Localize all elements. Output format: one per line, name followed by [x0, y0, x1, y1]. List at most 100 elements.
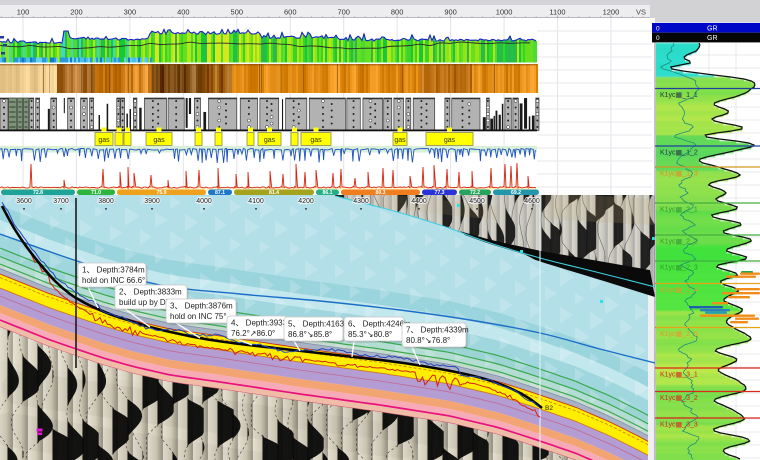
surface-log-cyan-column: [100, 58, 102, 63]
gas-tag[interactable]: [195, 133, 202, 146]
vs-ruler-label: 600: [284, 8, 297, 17]
surface-log-fill-column: [253, 34, 255, 62]
heat-column: [468, 64, 470, 93]
gas-tag-label: gas: [394, 137, 406, 144]
litho-dot: [515, 120, 517, 122]
litho-coal-bar: [107, 104, 109, 131]
gr-log-panel[interactable]: 0GR0GRK1yc▦_1_1K1yc▦_1_2K1yc▦_1_3K1yc▦_2…: [652, 23, 760, 460]
gr-heat-strip: [656, 251, 727, 253]
surface-log-fill-column: [509, 36, 511, 62]
lithology-track[interactable]: [0, 98, 539, 131]
gr-overlay-bar: [722, 292, 760, 294]
heat-column: [364, 64, 366, 93]
surface-log-fill-column: [281, 33, 283, 63]
gas-tag[interactable]: [215, 133, 222, 146]
heat-column: [50, 64, 52, 93]
surface-log-fill-column: [195, 34, 197, 63]
surface-log-fill-column: [469, 40, 471, 62]
formation-marker-label: K1yc▦_2_3: [660, 265, 698, 272]
gas-litho-mark: [102, 128, 107, 132]
gr-heat-strip: [656, 125, 734, 127]
md-ruler-tick: [305, 208, 307, 210]
heat-column: [240, 64, 242, 93]
litho-block-top: [260, 98, 279, 99]
heat-column: [61, 64, 63, 93]
heat-column: [186, 64, 188, 93]
surface-log-fill-column: [275, 38, 277, 62]
litho-circle: [514, 100, 517, 103]
heat-column: [394, 64, 396, 93]
litho-dot: [507, 107, 509, 109]
heat-column: [223, 64, 225, 93]
heat-column: [198, 64, 200, 93]
heat-column: [24, 64, 26, 93]
litho-dot: [37, 126, 39, 128]
heat-column: [6, 64, 8, 93]
heat-column: [192, 64, 194, 93]
gr-heat-strip: [656, 321, 726, 323]
heat-column: [238, 64, 240, 93]
gr-heat-strip: [656, 385, 744, 387]
gas-tag[interactable]: [124, 133, 131, 146]
litho-block-top: [384, 98, 392, 99]
surface-log-cyan-column: [22, 58, 24, 63]
gas-tag[interactable]: [115, 133, 123, 146]
surface-log-cyan-column: [50, 58, 52, 63]
litho-block-top: [505, 98, 511, 99]
gr-header-bar[interactable]: [652, 23, 760, 33]
gr-heat-strip: [656, 191, 724, 193]
litho-dot: [298, 116, 300, 118]
surface-log-cyan-column: [140, 58, 142, 63]
surface-log-fill-column: [437, 41, 439, 63]
gr-heat-strip: [656, 339, 751, 341]
resistivity-heat-track[interactable]: [0, 64, 538, 93]
gas-tag[interactable]: [291, 133, 298, 146]
gr-heat-strip: [656, 439, 748, 441]
surface-log-fill-column: [235, 32, 237, 62]
surface-log-cyan-column: [16, 58, 18, 63]
heat-column: [152, 64, 154, 93]
heat-column: [458, 64, 460, 93]
litho-dot: [293, 107, 295, 109]
litho-dot: [152, 100, 154, 102]
gr-header-min-value: 0: [656, 26, 660, 33]
litho-dot: [515, 126, 517, 128]
heat-column: [512, 64, 514, 93]
heat-streak: [261, 64, 262, 93]
heat-column: [194, 64, 196, 93]
surface-log-fill-column: [201, 31, 203, 62]
surface-log-fill-column: [427, 40, 429, 62]
surface-log-fill-column: [389, 40, 391, 62]
heat-column: [434, 64, 436, 93]
heat-column: [115, 64, 117, 93]
heat-column: [207, 64, 209, 93]
litho-dot: [461, 120, 463, 122]
surface-log-fill-column: [175, 33, 177, 62]
heat-streak: [494, 64, 495, 93]
annotation-line1: 1、 Depth:3784m: [82, 266, 145, 275]
litho-circle: [218, 119, 221, 122]
heat-column: [101, 64, 103, 93]
surface-log-fill-column: [205, 34, 207, 62]
heat-column: [69, 64, 71, 93]
litho-dot: [487, 100, 489, 102]
heat-column: [227, 64, 229, 93]
surface-log-fill-column: [277, 38, 279, 63]
gr-heat-strip: [656, 345, 730, 347]
litho-block-top: [194, 98, 200, 99]
litho-dot: [70, 126, 72, 128]
surface-log-fill-column: [193, 32, 195, 63]
surface-log-fill-column: [357, 36, 359, 62]
litho-dot: [157, 103, 159, 105]
heat-column: [478, 64, 480, 93]
gr-heat-strip: [656, 127, 742, 129]
gr-heat-strip: [656, 411, 735, 413]
surface-log-fill-column: [191, 33, 193, 62]
surface-log-fill-column: [467, 40, 469, 63]
gas-tag[interactable]: [247, 133, 254, 146]
surface-log-fill-column: [473, 40, 475, 62]
litho-coal-bar: [139, 108, 141, 131]
litho-dot: [248, 107, 250, 109]
gr-header-bar[interactable]: [652, 33, 760, 43]
heat-column: [372, 64, 374, 93]
